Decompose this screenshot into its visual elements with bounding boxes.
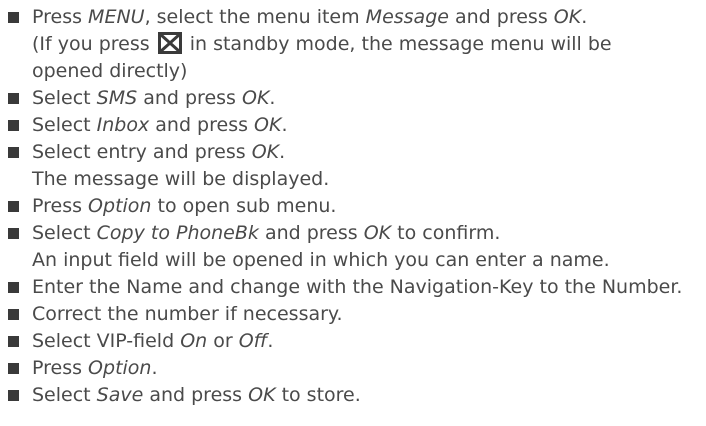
step-text: (If you press — [32, 33, 156, 55]
square-bullet-icon — [8, 336, 19, 347]
list-item: Select VIP-field On or Off. — [0, 328, 706, 355]
step-text: Select — [32, 384, 97, 406]
step-note: An input field will be opened in which y… — [32, 247, 706, 274]
step-text: . — [279, 141, 286, 163]
step-text: . — [281, 114, 288, 136]
square-bullet-icon — [8, 201, 19, 212]
step-text: Select — [32, 114, 97, 136]
emphasized-term: Inbox — [96, 114, 150, 136]
step-text: Press — [32, 195, 89, 217]
emphasized-term: OK — [254, 114, 282, 136]
step-text: Enter the Name and change with the Navig… — [32, 276, 683, 298]
emphasized-term: On — [180, 330, 208, 352]
emphasized-term: Off — [238, 330, 268, 352]
instruction-list: Press MENU, select the menu item Message… — [0, 0, 706, 409]
list-item: Select Save and press OK to store. — [0, 382, 706, 409]
step-line: Select entry and press OK. — [32, 139, 706, 166]
square-bullet-icon — [8, 93, 19, 104]
step-line: Press MENU, select the menu item Message… — [32, 4, 706, 31]
step-line: Enter the Name and change with the Navig… — [32, 274, 706, 301]
step-text: The message will be displayed. — [32, 168, 330, 190]
square-bullet-icon — [8, 12, 19, 23]
step-text: . — [269, 87, 276, 109]
step-text: Select VIP-field — [32, 330, 181, 352]
step-note: opened directly) — [32, 58, 706, 85]
list-item: Correct the number if necessary. — [0, 301, 706, 328]
step-text: and press — [143, 384, 249, 406]
emphasized-term: OK — [363, 222, 392, 244]
emphasized-term: Message — [365, 6, 449, 28]
emphasized-term: OK — [251, 141, 280, 163]
square-bullet-icon — [8, 309, 19, 320]
step-text: to open sub menu. — [151, 195, 337, 217]
step-text: . — [151, 357, 158, 379]
list-item: Press MENU, select the menu item Message… — [0, 4, 706, 85]
step-line: Press Option. — [32, 355, 706, 382]
step-text: An input field will be opened in which y… — [32, 249, 610, 271]
list-item: Press Option to open sub menu. — [0, 193, 706, 220]
step-text: Correct the number if necessary. — [32, 303, 343, 325]
emphasized-term: Copy to PhoneBk — [96, 222, 259, 244]
step-text: and press — [448, 6, 554, 28]
step-line: Select Copy to PhoneBk and press OK to c… — [32, 220, 706, 247]
step-text: , select the menu item — [144, 6, 366, 28]
emphasized-term: OK — [248, 384, 276, 406]
step-text: Select — [32, 222, 97, 244]
step-line: Select VIP-field On or Off. — [32, 328, 706, 355]
step-text: opened directly) — [32, 60, 188, 82]
step-text: Press — [32, 357, 89, 379]
list-item: Press Option. — [0, 355, 706, 382]
emphasized-term: OK — [553, 6, 582, 28]
step-text: or — [207, 330, 239, 352]
step-line: Select Save and press OK to store. — [32, 382, 706, 409]
step-text: and press — [137, 87, 242, 109]
step-note: The message will be displayed. — [32, 166, 706, 193]
list-item: Select Inbox and press OK. — [0, 112, 706, 139]
step-line: Select SMS and press OK. — [32, 85, 706, 112]
step-text: to store. — [275, 384, 361, 406]
emphasized-term: OK — [241, 87, 270, 109]
emphasized-term: SMS — [96, 87, 138, 109]
emphasized-term: Save — [96, 384, 144, 406]
step-text: Press — [32, 6, 89, 28]
list-item: Enter the Name and change with the Navig… — [0, 274, 706, 301]
square-bullet-icon — [8, 363, 19, 374]
step-text: to confirm. — [391, 222, 501, 244]
square-bullet-icon — [8, 228, 19, 239]
square-bullet-icon — [8, 120, 19, 131]
step-note: (If you press in standby mode, the messa… — [32, 31, 706, 58]
step-text: in standby mode, the message menu will b… — [183, 33, 612, 55]
emphasized-term: MENU — [88, 6, 145, 28]
step-line: Select Inbox and press OK. — [32, 112, 706, 139]
list-item: Select entry and press OK. The message wi… — [0, 139, 706, 193]
step-text: . — [581, 6, 588, 28]
step-line: Press Option to open sub menu. — [32, 193, 706, 220]
step-text: . — [267, 330, 274, 352]
square-bullet-icon — [8, 390, 19, 401]
step-text: and press — [149, 114, 255, 136]
emphasized-term: Option — [88, 195, 152, 217]
step-line: Correct the number if necessary. — [32, 301, 706, 328]
list-item: Select SMS and press OK. — [0, 85, 706, 112]
emphasized-term: Option — [88, 357, 152, 379]
square-bullet-icon — [8, 147, 19, 158]
step-text: and press — [258, 222, 364, 244]
list-item: Select Copy to PhoneBk and press OK to c… — [0, 220, 706, 274]
step-text: Select — [32, 87, 97, 109]
step-text: Select entry and press — [32, 141, 252, 163]
square-bullet-icon — [8, 282, 19, 293]
envelope-icon — [157, 32, 182, 54]
